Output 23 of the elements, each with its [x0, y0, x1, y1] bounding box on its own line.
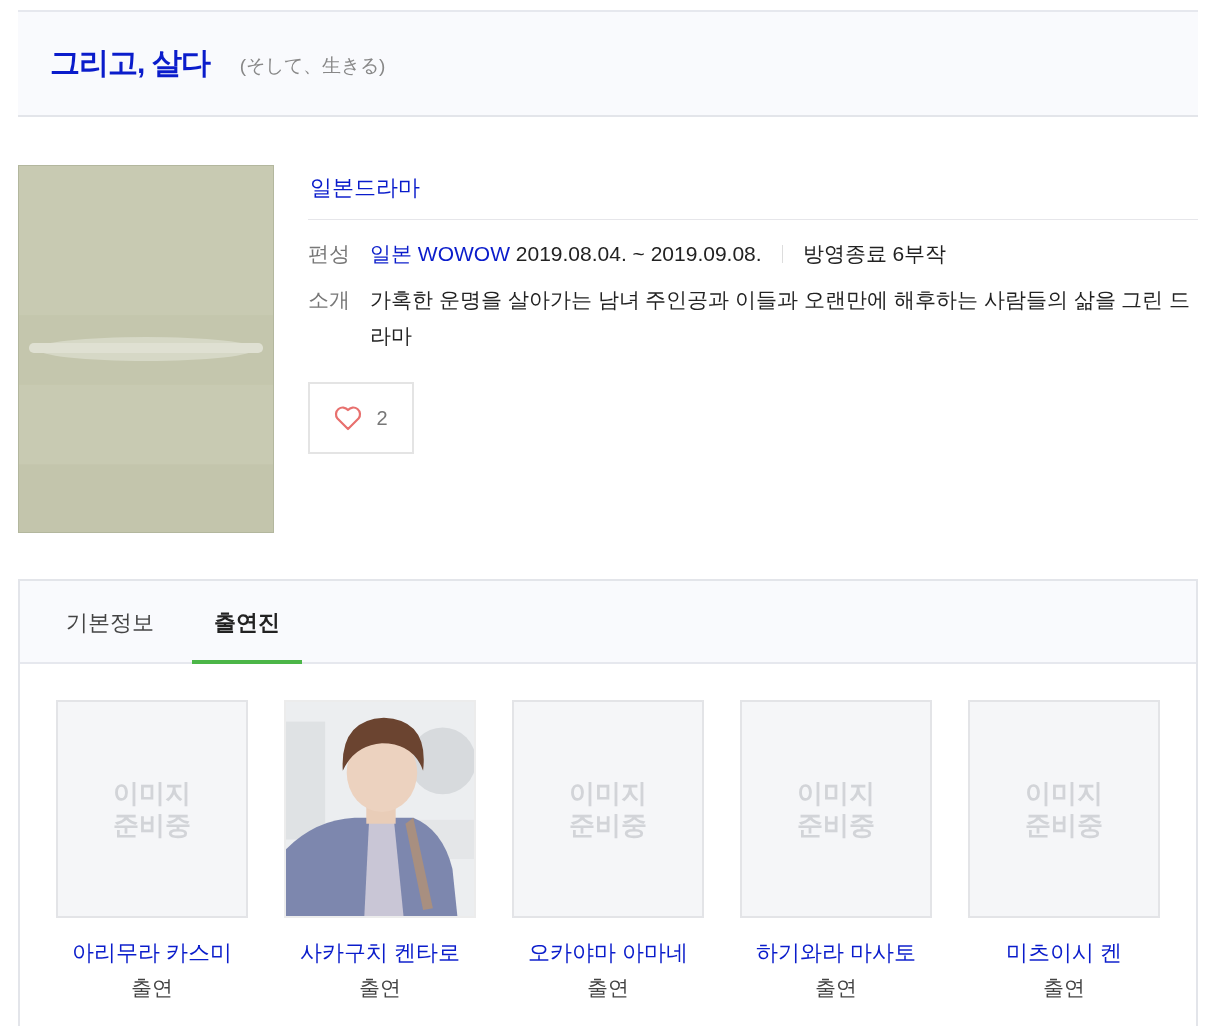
network-link[interactable]: 일본 WOWOW [370, 242, 510, 265]
actor-name-link[interactable]: 미츠이시 켄 [1005, 938, 1123, 968]
role-label: 출연 [1043, 975, 1085, 1001]
actor-name-link[interactable]: 사카구치 켄타로 [299, 938, 461, 968]
tab[interactable]: 기본정보 [44, 581, 176, 664]
broadcast-period: 2019.08.04. ~ 2019.09.08. [515, 242, 762, 265]
info-label: 소개 [308, 287, 350, 313]
drama-title: 그리고, 살다 [50, 45, 210, 81]
broadcast-status: 방영종료 6부작 [802, 242, 947, 265]
info-label: 편성 [308, 241, 350, 267]
like-button[interactable]: 2 [308, 382, 414, 454]
actor-name-link[interactable]: 하기와라 마사토 [755, 938, 917, 968]
actor-name-link[interactable]: 오카야마 아마네 [527, 938, 689, 968]
role-label: 출연 [815, 975, 857, 1001]
original-title: (そして、生きる) [239, 53, 386, 78]
actor-name-link[interactable]: 아리무라 카스미 [71, 938, 233, 968]
role-label: 출연 [131, 975, 173, 1001]
tab[interactable]: 출연진 [192, 581, 302, 664]
role-label: 출연 [587, 975, 629, 1001]
role-label: 출연 [359, 975, 401, 1001]
heart-icon [334, 405, 363, 431]
synopsis-text: 가혹한 운명을 살아가는 남녀 주인공과 이들과 오랜만에 해후하는 사람들의 삶을 그린 드라마 [370, 287, 1192, 349]
genre-link[interactable]: 일본드라마 [308, 173, 420, 203]
